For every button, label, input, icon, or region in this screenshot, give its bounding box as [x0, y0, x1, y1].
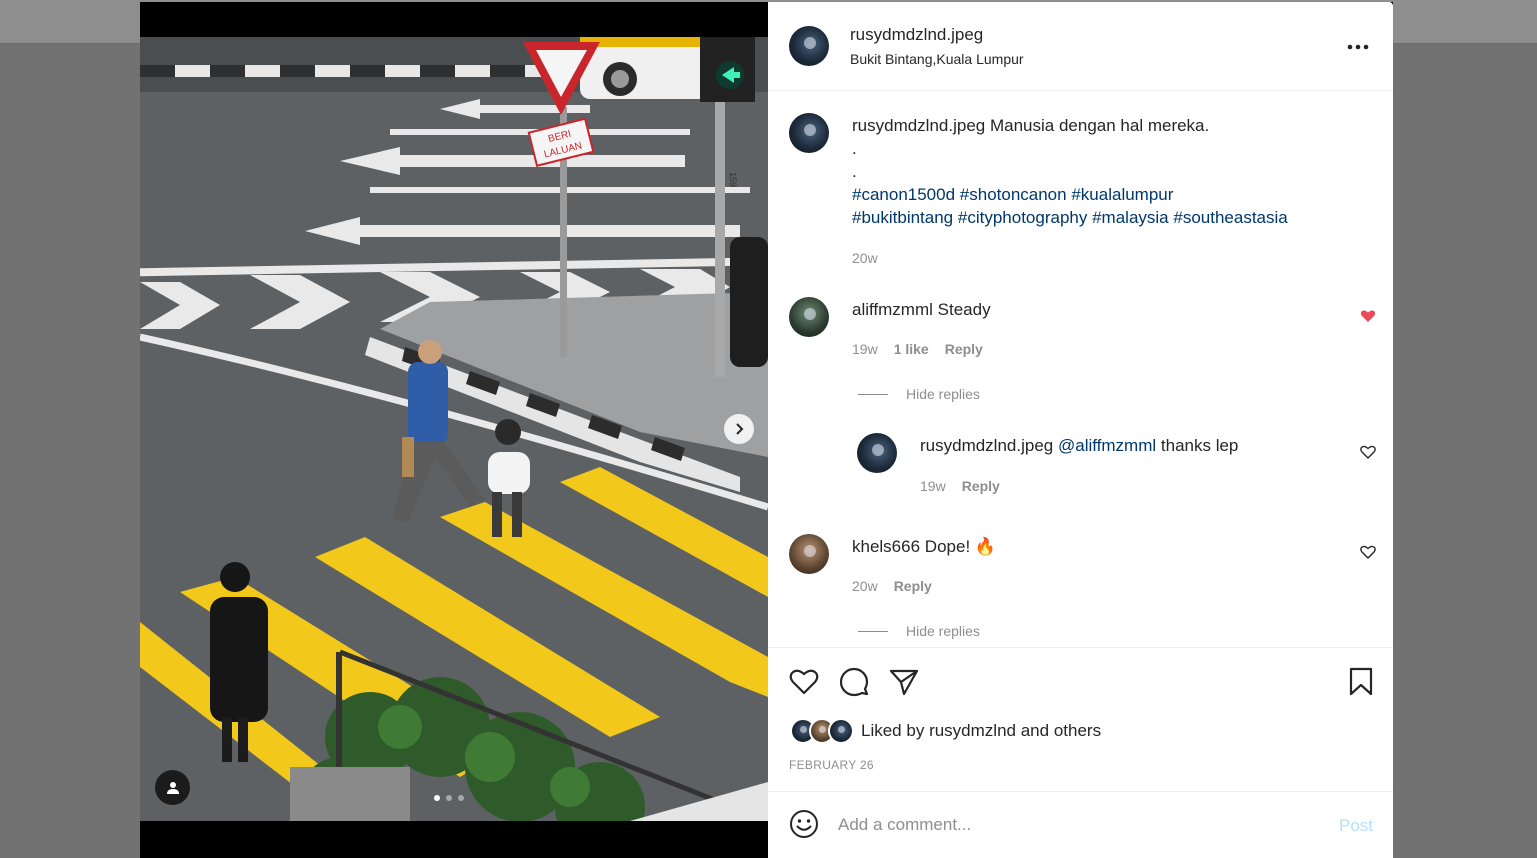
hide-replies-label: Hide replies	[906, 386, 980, 402]
reply-age[interactable]: 19w	[920, 478, 946, 494]
caption-hashtags-line-1: #canon1500d #shotoncanon #kualalumpur	[852, 183, 1173, 206]
ellipsis-icon	[1347, 44, 1369, 50]
liked-by-prefix: Liked by	[861, 721, 925, 740]
reply-mention[interactable]: @aliffmzmml	[1058, 436, 1156, 455]
carousel-next-button[interactable]	[724, 414, 754, 444]
comments-list[interactable]: rusydmdzlnd.jpeg Manusia dengan hal mere…	[768, 92, 1393, 647]
commenter-avatar[interactable]	[789, 534, 829, 574]
caption-dot-1: .	[852, 139, 857, 158]
hashtag-link[interactable]: #kualalumpur	[1071, 185, 1173, 204]
reply-reply-button[interactable]: Reply	[962, 478, 1000, 494]
pole-number: 159	[728, 172, 738, 187]
carousel-dot	[446, 795, 452, 801]
user-icon	[166, 781, 179, 794]
bookmark-icon	[1349, 667, 1373, 696]
heart-icon	[789, 669, 819, 695]
hashtag-link[interactable]: #malaysia	[1092, 208, 1169, 227]
comment-body: khels666 Dope! 🔥	[852, 535, 996, 558]
reply-meta: 19w Reply	[920, 478, 1000, 494]
comment-text: Dope! 🔥	[924, 537, 997, 556]
carousel-dot	[458, 795, 464, 801]
comment-likes-count[interactable]: 1 like	[894, 341, 929, 357]
carousel-indicator	[434, 795, 464, 801]
share-icon	[889, 669, 919, 696]
comment-username[interactable]: aliffmzmml	[852, 300, 933, 319]
comment-like-heart-icon[interactable]	[1360, 308, 1376, 324]
tagged-users-button[interactable]	[155, 770, 190, 805]
liked-by-and: and	[1020, 721, 1050, 740]
comment-body: aliffmzmml Steady	[852, 298, 991, 321]
liked-by-others[interactable]: others	[1054, 721, 1101, 740]
save-button[interactable]	[1345, 666, 1377, 698]
liked-by-summary: Liked by rusydmzlnd and others	[861, 721, 1101, 741]
author-avatar[interactable]	[789, 26, 829, 66]
caption-username[interactable]: rusydmdzlnd.jpeg	[852, 116, 985, 135]
photo-pane: BERI LALUAN 159	[140, 2, 768, 858]
hide-replies-button[interactable]: Hide replies	[858, 623, 980, 639]
hashtag-link[interactable]: #canon1500d	[852, 185, 955, 204]
comment-reply-button[interactable]: Reply	[945, 341, 983, 357]
comment-icon	[839, 667, 869, 697]
comment-age[interactable]: 19w	[852, 341, 878, 357]
caption-dot-2: .	[852, 162, 857, 181]
post-header: rusydmdzlnd.jpeg Bukit Bintang,Kuala Lum…	[768, 2, 1393, 91]
like-button[interactable]	[788, 666, 820, 698]
liker-avatars[interactable]	[790, 718, 856, 744]
post-date[interactable]: FEBRUARY 26	[789, 758, 874, 772]
reply-like-heart-icon[interactable]	[1360, 444, 1376, 460]
post-actions: Liked by rusydmzlnd and others FEBRUARY …	[768, 647, 1393, 791]
reply-body: rusydmdzlnd.jpeg @aliffmzmml thanks lep	[920, 434, 1238, 457]
reply-username[interactable]: rusydmdzlnd.jpeg	[920, 436, 1053, 455]
post-photo[interactable]: BERI LALUAN 159	[140, 37, 768, 821]
hashtag-link[interactable]: #bukitbintang	[852, 208, 953, 227]
comment-text: Steady	[937, 300, 991, 319]
hashtag-link[interactable]: #southeastasia	[1173, 208, 1287, 227]
post-side-panel: rusydmdzlnd.jpeg Bukit Bintang,Kuala Lum…	[768, 2, 1393, 858]
liked-by-user[interactable]: rusydmzlnd	[929, 721, 1016, 740]
comment-button[interactable]	[838, 666, 870, 698]
hide-replies-label: Hide replies	[906, 623, 980, 639]
carousel-dot	[434, 795, 440, 801]
comment-like-heart-icon[interactable]	[1360, 544, 1376, 560]
caption-age[interactable]: 20w	[852, 250, 878, 266]
post-comment-button[interactable]: Post	[1339, 816, 1373, 836]
author-username[interactable]: rusydmdzlnd.jpeg	[850, 25, 983, 45]
comment-input[interactable]	[838, 812, 1318, 838]
avatar	[828, 718, 854, 744]
hide-replies-button[interactable]: Hide replies	[858, 386, 980, 402]
more-options-button[interactable]	[1343, 35, 1373, 59]
emoji-icon[interactable]	[789, 809, 819, 839]
caption-hashtags-line-2: #bukitbintang #cityphotography #malaysia…	[852, 206, 1288, 229]
comment-reply-button[interactable]: Reply	[894, 578, 932, 594]
post-modal: BERI LALUAN 159 rusydmdzlnd.jpeg Bukit B…	[140, 2, 1393, 858]
post-location[interactable]: Bukit Bintang,Kuala Lumpur	[850, 51, 1024, 67]
chevron-right-icon	[736, 423, 744, 435]
comment-age[interactable]: 20w	[852, 578, 878, 594]
commenter-avatar[interactable]	[789, 297, 829, 337]
caption-author-avatar[interactable]	[789, 113, 829, 153]
hashtag-link[interactable]: #cityphotography	[958, 208, 1087, 227]
comment-meta: 19w 1 like Reply	[852, 341, 983, 357]
hashtag-link[interactable]: #shotoncanon	[960, 185, 1067, 204]
share-button[interactable]	[888, 666, 920, 698]
caption: rusydmdzlnd.jpeg Manusia dengan hal mere…	[852, 114, 1209, 137]
comment-meta: 20w Reply	[852, 578, 932, 594]
caption-text: Manusia dengan hal mereka.	[989, 116, 1210, 135]
divider	[858, 630, 888, 632]
reply-author-avatar[interactable]	[857, 433, 897, 473]
reply-text: thanks lep	[1160, 436, 1239, 455]
caption-meta: 20w	[852, 250, 878, 266]
comment-username[interactable]: khels666	[852, 537, 920, 556]
add-comment-bar: Post	[768, 791, 1393, 858]
divider	[858, 393, 888, 395]
